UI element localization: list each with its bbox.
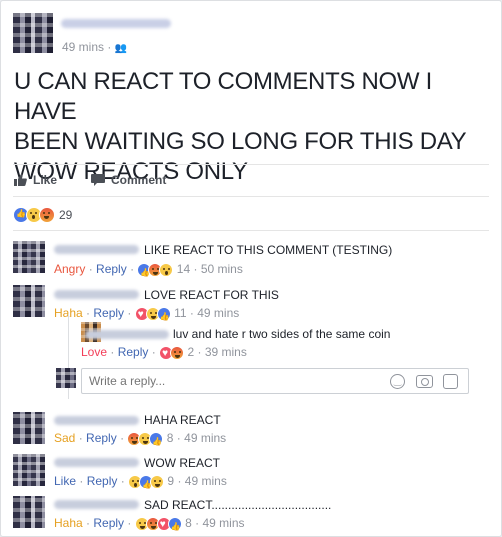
reactions-summary[interactable]: 29 [13, 207, 72, 223]
reaction-count: 29 [59, 208, 73, 222]
emoji-icon[interactable] [390, 374, 405, 389]
reaction-count: 8 [166, 431, 174, 445]
commenter-avatar[interactable] [13, 496, 45, 528]
comment-time[interactable]: 39 mins [205, 345, 247, 359]
commenter-name-blurred[interactable] [54, 500, 139, 509]
comment-time[interactable]: 49 mins [185, 474, 227, 488]
post-text: U CAN REACT TO COMMENTS NOW I HAVE BEEN … [14, 68, 467, 185]
reply-link[interactable]: Reply [118, 345, 149, 359]
reaction-label[interactable]: Like [54, 474, 76, 488]
reply-link[interactable]: Reply [93, 306, 124, 320]
reply-link[interactable]: Reply [87, 474, 118, 488]
reaction-count: 11 [174, 306, 187, 320]
commenter-avatar[interactable] [13, 285, 45, 317]
author-avatar[interactable] [13, 13, 53, 53]
current-user-avatar [56, 368, 76, 388]
reply-input[interactable] [89, 374, 369, 388]
commenter-name-blurred[interactable] [54, 458, 139, 467]
divider [13, 164, 489, 165]
like-icon [149, 431, 164, 449]
comment-button[interactable]: Comment [91, 173, 166, 187]
reaction-count: 2 [187, 345, 195, 359]
comment-reactions[interactable] [134, 516, 182, 534]
reaction-count: 9 [167, 474, 175, 488]
thumbs-up-icon [14, 174, 27, 186]
commenter-name-blurred[interactable] [54, 245, 139, 254]
comment-reactions[interactable] [127, 431, 164, 449]
reaction-label[interactable]: Love [81, 345, 107, 359]
angry-icon [39, 207, 55, 223]
replier-name-blurred[interactable] [85, 330, 169, 339]
comment-reactions[interactable] [128, 474, 165, 492]
reaction-count: 8 [185, 516, 192, 530]
reaction-label[interactable]: Haha [54, 516, 83, 530]
comment-icon [91, 174, 105, 186]
divider [13, 196, 489, 197]
friends-audience-icon[interactable]: 👥 [115, 43, 127, 54]
commenter-avatar[interactable] [13, 241, 45, 273]
reply-link[interactable]: Reply [96, 262, 127, 276]
comment-text: LIKE REACT TO THIS COMMENT (TESTING) [144, 243, 393, 257]
reaction-count: 14 [176, 262, 191, 276]
commenter-avatar[interactable] [13, 454, 45, 486]
comment-reactions[interactable] [134, 306, 171, 324]
divider [13, 230, 489, 231]
reply-text: luv and hate r two sides of the same coi… [173, 327, 391, 341]
comment-time[interactable]: 49 mins [184, 431, 226, 445]
comment-meta: Angry · Reply · 14 · 50 mins [54, 262, 243, 280]
comment-label: Comment [111, 173, 167, 187]
wow-icon [159, 262, 174, 277]
commenter-name-blurred[interactable] [54, 290, 139, 299]
comment-time[interactable]: 49 mins [202, 516, 244, 530]
reply-box[interactable] [81, 368, 469, 394]
post-card: 49 mins · 👥 U CAN REACT TO COMMENTS NOW … [0, 0, 502, 537]
comment-text: LOVE REACT FOR THIS [144, 288, 279, 302]
comment-meta: Haha · Reply · 8 · 49 mins [54, 516, 245, 534]
sticker-icon[interactable] [443, 374, 458, 389]
post-time[interactable]: 49 mins [62, 40, 104, 54]
comment-text: WOW REACT [144, 456, 220, 470]
camera-icon[interactable] [416, 375, 433, 388]
reply-link[interactable]: Reply [93, 516, 124, 530]
haha-icon [150, 474, 165, 489]
reaction-label[interactable]: Angry [54, 262, 85, 276]
comment-meta: Haha · Reply · 11 · 49 mins [54, 306, 239, 324]
angry-icon [170, 345, 185, 360]
like-icon [156, 306, 171, 324]
reply-meta: Love · Reply · 2 · 39 mins [81, 345, 247, 361]
comment-meta: Sad · Reply · 8 · 49 mins [54, 431, 226, 449]
comment-time[interactable]: 50 mins [201, 262, 243, 276]
like-label: Like [33, 173, 58, 187]
post-meta: 49 mins · 👥 [62, 40, 128, 54]
like-button[interactable]: Like [14, 173, 57, 187]
comment-text: HAHA REACT [144, 413, 221, 427]
comment-time[interactable]: 49 mins [197, 306, 239, 320]
comment-meta: Like · Reply · 9 · 49 mins [54, 474, 227, 492]
author-name-blurred[interactable] [61, 19, 171, 28]
comment-reactions[interactable] [137, 262, 174, 280]
reaction-label[interactable]: Sad [54, 431, 75, 445]
comment-text: SAD REACT...............................… [144, 498, 332, 512]
comment-reactions[interactable] [159, 345, 185, 361]
commenter-name-blurred[interactable] [54, 416, 139, 425]
like-icon [167, 516, 182, 534]
reply-link[interactable]: Reply [86, 431, 117, 445]
commenter-avatar[interactable] [13, 412, 45, 444]
